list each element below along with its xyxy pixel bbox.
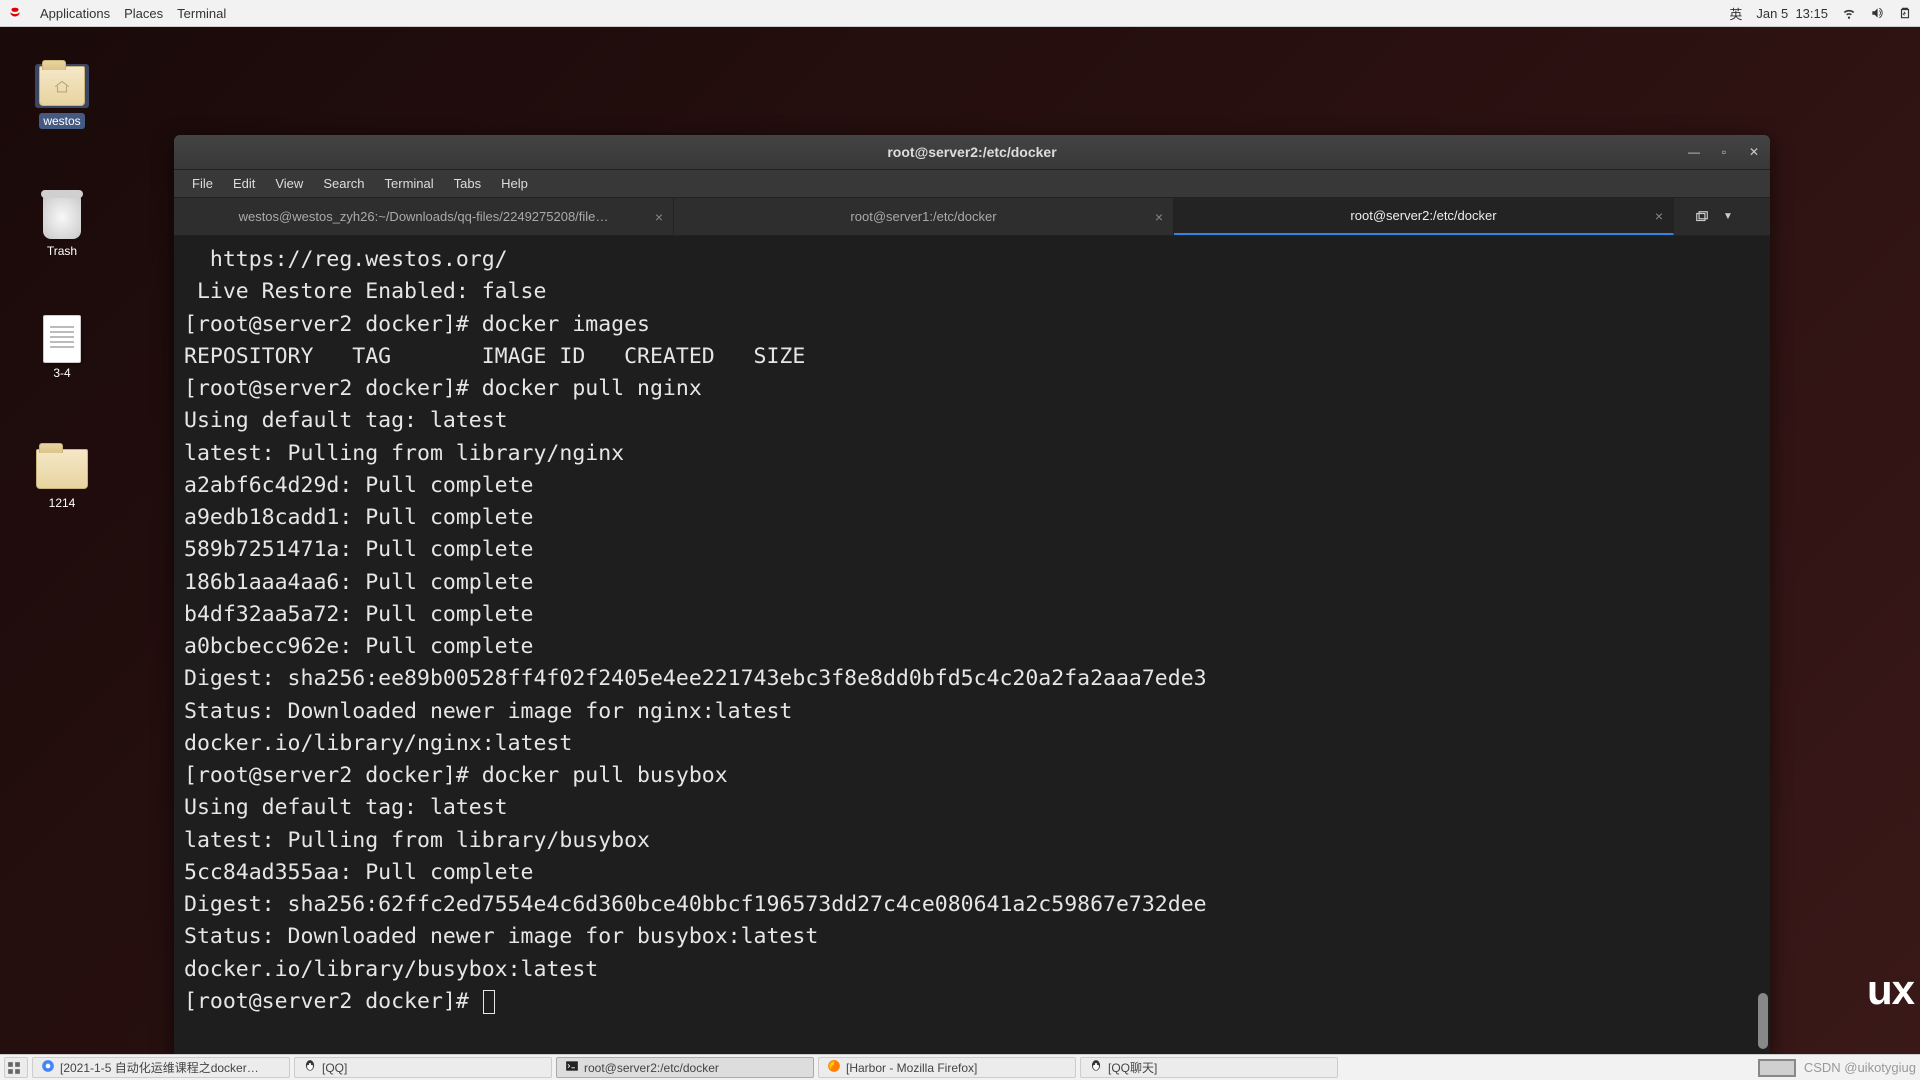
qq-icon bbox=[1089, 1059, 1103, 1073]
menu-help[interactable]: Help bbox=[493, 173, 536, 194]
taskbar-item-0[interactable]: [2021-1-5 自动化运维课程之docker… bbox=[32, 1057, 290, 1078]
titlebar[interactable]: root@server2:/etc/docker — ▫ ✕ bbox=[174, 135, 1770, 170]
terminal-line: a9edb18cadd1: Pull complete bbox=[184, 502, 1760, 534]
tab-close-button[interactable]: × bbox=[1655, 208, 1663, 224]
taskbar-item-label: [QQ] bbox=[322, 1061, 347, 1075]
terminal-line: Using default tag: latest bbox=[184, 792, 1760, 824]
terminal-tab-1[interactable]: root@server1:/etc/docker × bbox=[674, 198, 1174, 235]
folder-home-icon bbox=[39, 66, 85, 106]
csdn-watermark: CSDN @uikotygiug bbox=[1804, 1060, 1916, 1075]
terminal-line: 589b7251471a: Pull complete bbox=[184, 534, 1760, 566]
taskbar-item-label: root@server2:/etc/docker bbox=[584, 1061, 719, 1075]
terminal-line: latest: Pulling from library/busybox bbox=[184, 825, 1760, 857]
top-panel: Applications Places Terminal 英 Jan 5 13:… bbox=[0, 0, 1920, 27]
menu-view[interactable]: View bbox=[267, 173, 311, 194]
terminal-line: docker.io/library/busybox:latest bbox=[184, 954, 1760, 986]
terminal-line: Digest: sha256:ee89b00528ff4f02f2405e4ee… bbox=[184, 663, 1760, 695]
terminal-line: 5cc84ad355aa: Pull complete bbox=[184, 857, 1760, 889]
terminal-line: [root@server2 docker]# docker pull nginx bbox=[184, 373, 1760, 405]
terminal-line: [root@server2 docker]# bbox=[184, 986, 1760, 1018]
cursor bbox=[483, 990, 495, 1014]
volume-icon[interactable] bbox=[1870, 6, 1884, 20]
close-button[interactable]: ✕ bbox=[1746, 144, 1762, 160]
menu-tabs[interactable]: Tabs bbox=[446, 173, 489, 194]
menu-terminal[interactable]: Terminal bbox=[177, 6, 226, 21]
branding-watermark: ux bbox=[1867, 966, 1914, 1014]
tabbar: westos@westos_zyh26:~/Downloads/qq-files… bbox=[174, 198, 1770, 236]
taskbar-item-3[interactable]: [Harbor - Mozilla Firefox] bbox=[818, 1057, 1076, 1078]
terminal-line: a2abf6c4d29d: Pull complete bbox=[184, 470, 1760, 502]
file-icon bbox=[43, 315, 81, 363]
desktop: westos Trash 3-4 1214 root@server2:/etc/doc… bbox=[0, 27, 1920, 1054]
terminal-line: latest: Pulling from library/nginx bbox=[184, 438, 1760, 470]
window-title: root@server2:/etc/docker bbox=[887, 144, 1056, 160]
bottom-panel: [2021-1-5 自动化运维课程之docker… [QQ] root@server… bbox=[0, 1054, 1920, 1080]
tab-label: westos@westos_zyh26:~/Downloads/qq-files… bbox=[239, 209, 609, 224]
menu-file[interactable]: File bbox=[184, 173, 221, 194]
qq-icon bbox=[303, 1059, 317, 1073]
terminal-line: b4df32aa5a72: Pull complete bbox=[184, 599, 1760, 631]
folder-icon bbox=[36, 449, 88, 489]
menu-terminal[interactable]: Terminal bbox=[377, 173, 442, 194]
maximize-button[interactable]: ▫ bbox=[1716, 144, 1732, 160]
scrollbar-thumb[interactable] bbox=[1758, 993, 1768, 1049]
desktop-icon-trash[interactable]: Trash bbox=[12, 195, 112, 258]
terminal-output[interactable]: https://reg.westos.org/ Live Restore Ena… bbox=[174, 236, 1770, 1057]
tab-label: root@server1:/etc/docker bbox=[850, 209, 996, 224]
terminal-line: docker.io/library/nginx:latest bbox=[184, 728, 1760, 760]
menubar: File Edit View Search Terminal Tabs Help bbox=[174, 170, 1770, 198]
terminal-line: Digest: sha256:62ffc2ed7554e4c6d360bce40… bbox=[184, 889, 1760, 921]
tab-close-button[interactable]: × bbox=[655, 209, 663, 225]
show-desktop-button[interactable] bbox=[4, 1057, 28, 1078]
terminal-line: [root@server2 docker]# docker images bbox=[184, 309, 1760, 341]
terminal-line: https://reg.westos.org/ bbox=[184, 244, 1760, 276]
tab-label: root@server2:/etc/docker bbox=[1350, 208, 1496, 223]
terminal-tab-2[interactable]: root@server2:/etc/docker × bbox=[1174, 198, 1674, 235]
desktop-icon-westos[interactable]: westos bbox=[12, 64, 112, 129]
desktop-icon-1214[interactable]: 1214 bbox=[12, 447, 112, 510]
terminal-line: a0bcbecc962e: Pull complete bbox=[184, 631, 1760, 663]
terminal-line: [root@server2 docker]# docker pull busyb… bbox=[184, 760, 1760, 792]
grid-icon bbox=[7, 1061, 21, 1075]
terminal-tab-0[interactable]: westos@westos_zyh26:~/Downloads/qq-files… bbox=[174, 198, 674, 235]
firefox-icon bbox=[827, 1059, 841, 1073]
terminal-line: Live Restore Enabled: false bbox=[184, 276, 1760, 308]
menu-places[interactable]: Places bbox=[124, 6, 163, 21]
taskbar-item-label: [Harbor - Mozilla Firefox] bbox=[846, 1061, 977, 1075]
menu-search[interactable]: Search bbox=[315, 173, 372, 194]
terminal-line: Status: Downloaded newer image for nginx… bbox=[184, 696, 1760, 728]
battery-icon[interactable] bbox=[1898, 6, 1912, 20]
wifi-icon[interactable] bbox=[1842, 6, 1856, 20]
menu-edit[interactable]: Edit bbox=[225, 173, 263, 194]
desktop-icon-3-4[interactable]: 3-4 bbox=[12, 317, 112, 380]
input-language[interactable]: 英 bbox=[1729, 4, 1742, 23]
terminal-line: REPOSITORY TAG IMAGE ID CREATED SIZE bbox=[184, 341, 1760, 373]
desktop-icon-label: westos bbox=[39, 113, 84, 129]
terminal-line: 186b1aaa4aa6: Pull complete bbox=[184, 567, 1760, 599]
terminal-window: root@server2:/etc/docker — ▫ ✕ File Edit… bbox=[174, 135, 1770, 1057]
new-tab-icon[interactable] bbox=[1695, 210, 1709, 224]
desktop-icon-label: Trash bbox=[47, 244, 77, 258]
terminal-line: Status: Downloaded newer image for busyb… bbox=[184, 921, 1760, 953]
minimize-button[interactable]: — bbox=[1686, 144, 1702, 160]
menu-applications[interactable]: Applications bbox=[40, 6, 110, 21]
tab-close-button[interactable]: × bbox=[1155, 209, 1163, 225]
terminal-line: Using default tag: latest bbox=[184, 405, 1760, 437]
chrome-icon bbox=[41, 1059, 55, 1073]
taskbar-item-1[interactable]: [QQ] bbox=[294, 1057, 552, 1078]
tab-menu-button[interactable]: ▼ bbox=[1723, 211, 1733, 222]
taskbar-item-label: [QQ聊天] bbox=[1108, 1059, 1157, 1076]
taskbar-item-label: [2021-1-5 自动化运维课程之docker… bbox=[60, 1059, 259, 1076]
trash-icon bbox=[43, 195, 81, 239]
taskbar-item-2[interactable]: root@server2:/etc/docker bbox=[556, 1057, 814, 1078]
workspace-indicator[interactable] bbox=[1758, 1059, 1796, 1077]
clock-date[interactable]: Jan 5 13:15 bbox=[1756, 6, 1828, 21]
taskbar-item-4[interactable]: [QQ聊天] bbox=[1080, 1057, 1338, 1078]
desktop-icon-label: 1214 bbox=[49, 496, 76, 510]
distro-icon bbox=[8, 6, 22, 20]
terminal-icon bbox=[565, 1059, 579, 1073]
desktop-icon-label: 3-4 bbox=[53, 366, 70, 380]
